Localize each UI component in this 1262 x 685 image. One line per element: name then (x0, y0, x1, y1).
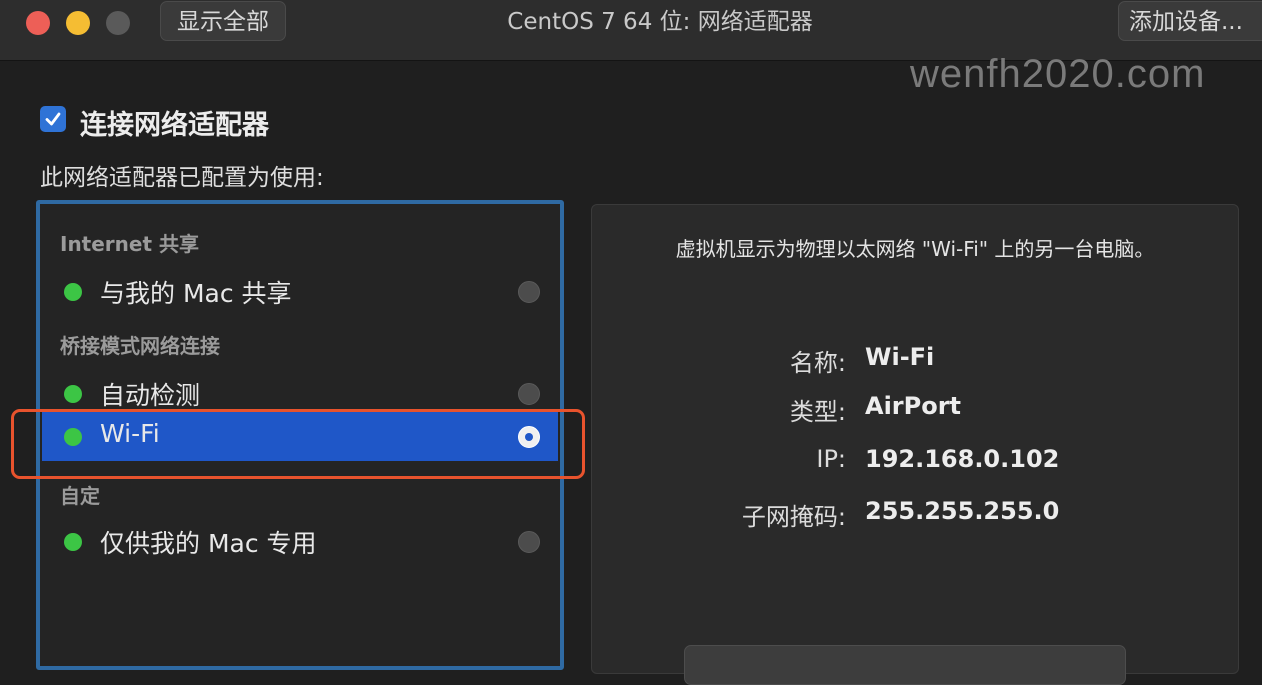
add-device-button[interactable]: 添加设备... (1118, 1, 1262, 41)
section-header-bridged: 桥接模式网络连接 (60, 334, 220, 358)
radio-button[interactable] (518, 531, 540, 553)
status-dot-icon (64, 385, 82, 403)
ip-label: IP: (816, 445, 846, 473)
radio-button[interactable] (518, 383, 540, 405)
list-item-label: 与我的 Mac 共享 (100, 279, 292, 308)
minimize-window-button[interactable] (66, 11, 90, 35)
name-label: 名称: (789, 349, 846, 377)
checkmark-icon (45, 112, 61, 126)
advanced-settings-button[interactable] (684, 645, 1126, 685)
ip-value: 192.168.0.102 (865, 445, 1060, 473)
connect-adapter-checkbox[interactable] (40, 106, 66, 132)
zoom-window-button[interactable] (106, 11, 130, 35)
section-header-custom: 自定 (60, 484, 100, 508)
subnet-mask-label: 子网掩码: (741, 503, 846, 531)
status-dot-icon (64, 533, 82, 551)
type-value: AirPort (865, 392, 962, 420)
type-label: 类型: (789, 398, 846, 426)
section-header-internet-sharing: Internet 共享 (60, 232, 199, 256)
annotation-highlight-box (11, 409, 585, 479)
connect-adapter-label[interactable]: 连接网络适配器 (80, 103, 269, 142)
list-item-private-to-mac[interactable]: 仅供我的 Mac 专用 (42, 516, 558, 566)
list-item-share-with-mac[interactable]: 与我的 Mac 共享 (42, 266, 558, 316)
list-item-label: 仅供我的 Mac 专用 (100, 529, 317, 558)
close-window-button[interactable] (26, 11, 50, 35)
configured-for-label: 此网络适配器已配置为使用: (40, 165, 324, 191)
window-title: CentOS 7 64 位: 网络适配器 (507, 9, 813, 35)
subnet-mask-value: 255.255.255.0 (865, 497, 1060, 525)
list-item-label: 自动检测 (100, 381, 201, 410)
adapter-detail-panel: 虚拟机显示为物理以太网络 "Wi-Fi" 上的另一台电脑。 名称: Wi-Fi … (591, 204, 1239, 685)
watermark: wenfh2020.com (910, 52, 1206, 96)
radio-button[interactable] (518, 281, 540, 303)
show-all-button[interactable]: 显示全部 (160, 1, 286, 41)
adapter-description: 虚拟机显示为物理以太网络 "Wi-Fi" 上的另一台电脑。 (675, 237, 1155, 261)
name-value: Wi-Fi (865, 343, 935, 371)
status-dot-icon (64, 283, 82, 301)
